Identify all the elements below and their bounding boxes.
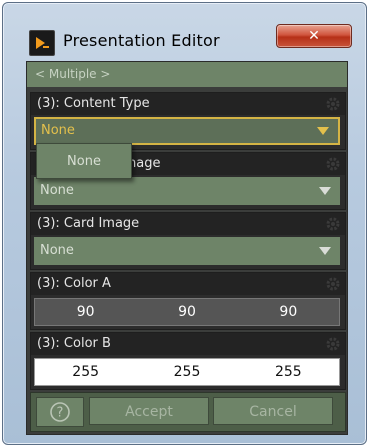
section-header: (3): Color B xyxy=(31,333,345,355)
chevron-down-icon xyxy=(317,127,329,135)
dropdown-menu: None xyxy=(36,143,132,179)
gear-icon[interactable] xyxy=(325,96,341,112)
color-a-blue[interactable]: 90 xyxy=(238,304,339,320)
color-b-section: (3): Color B 255 255 255 xyxy=(30,332,346,390)
presentation-editor-window: Presentation Editor ✕ < Multiple > (3): … xyxy=(2,2,367,445)
dropdown-value: None xyxy=(40,243,74,258)
gear-icon[interactable] xyxy=(325,156,341,172)
card-image-dropdown[interactable]: None xyxy=(34,237,340,265)
section-header: (3): Color A xyxy=(31,273,345,295)
content-image-dropdown[interactable]: None xyxy=(34,177,340,205)
title-bar[interactable]: Presentation Editor ✕ xyxy=(3,3,366,56)
section-label: (3): Color B xyxy=(37,336,111,351)
section-label: (3): Color A xyxy=(37,276,111,291)
section-label: (3): Content Type xyxy=(37,96,150,111)
color-a-red[interactable]: 90 xyxy=(35,304,136,320)
dropdown-option-none[interactable]: None xyxy=(67,154,101,169)
accept-button[interactable]: Accept xyxy=(89,397,209,425)
dropdown-value: None xyxy=(40,183,74,198)
color-b-green[interactable]: 255 xyxy=(136,364,237,380)
cancel-button[interactable]: Cancel xyxy=(213,397,333,425)
color-b-red[interactable]: 255 xyxy=(35,364,136,380)
section-header: (3): Content Type xyxy=(31,93,345,115)
editor-client-area: < Multiple > (3): Content Type None (3):… xyxy=(26,61,348,435)
section-label: (3): Card Image xyxy=(37,216,140,231)
svg-text:?: ? xyxy=(57,406,64,421)
content-type-section: (3): Content Type None xyxy=(30,92,346,150)
close-icon: ✕ xyxy=(308,28,320,44)
help-icon: ? xyxy=(50,402,70,422)
color-a-section: (3): Color A 90 90 90 xyxy=(30,272,346,330)
help-button[interactable]: ? xyxy=(36,397,84,427)
dropdown-value: None xyxy=(41,123,75,138)
color-a-field[interactable]: 90 90 90 xyxy=(34,298,340,326)
color-b-blue[interactable]: 255 xyxy=(238,364,339,380)
card-image-section: (3): Card Image None xyxy=(30,212,346,270)
multiple-selector[interactable]: < Multiple > xyxy=(27,62,347,87)
content-type-dropdown[interactable]: None xyxy=(34,117,340,145)
window-title: Presentation Editor xyxy=(63,31,220,50)
gear-icon[interactable] xyxy=(325,276,341,292)
color-a-green[interactable]: 90 xyxy=(136,304,237,320)
color-b-field[interactable]: 255 255 255 xyxy=(34,358,340,386)
gear-icon[interactable] xyxy=(325,216,341,232)
app-icon xyxy=(29,30,55,56)
close-button[interactable]: ✕ xyxy=(276,24,352,48)
chevron-down-icon xyxy=(319,247,331,255)
chevron-down-icon xyxy=(319,187,331,195)
section-header: (3): Card Image xyxy=(31,213,345,235)
dialog-footer: ? Accept Cancel xyxy=(30,392,346,432)
gear-icon[interactable] xyxy=(325,336,341,352)
